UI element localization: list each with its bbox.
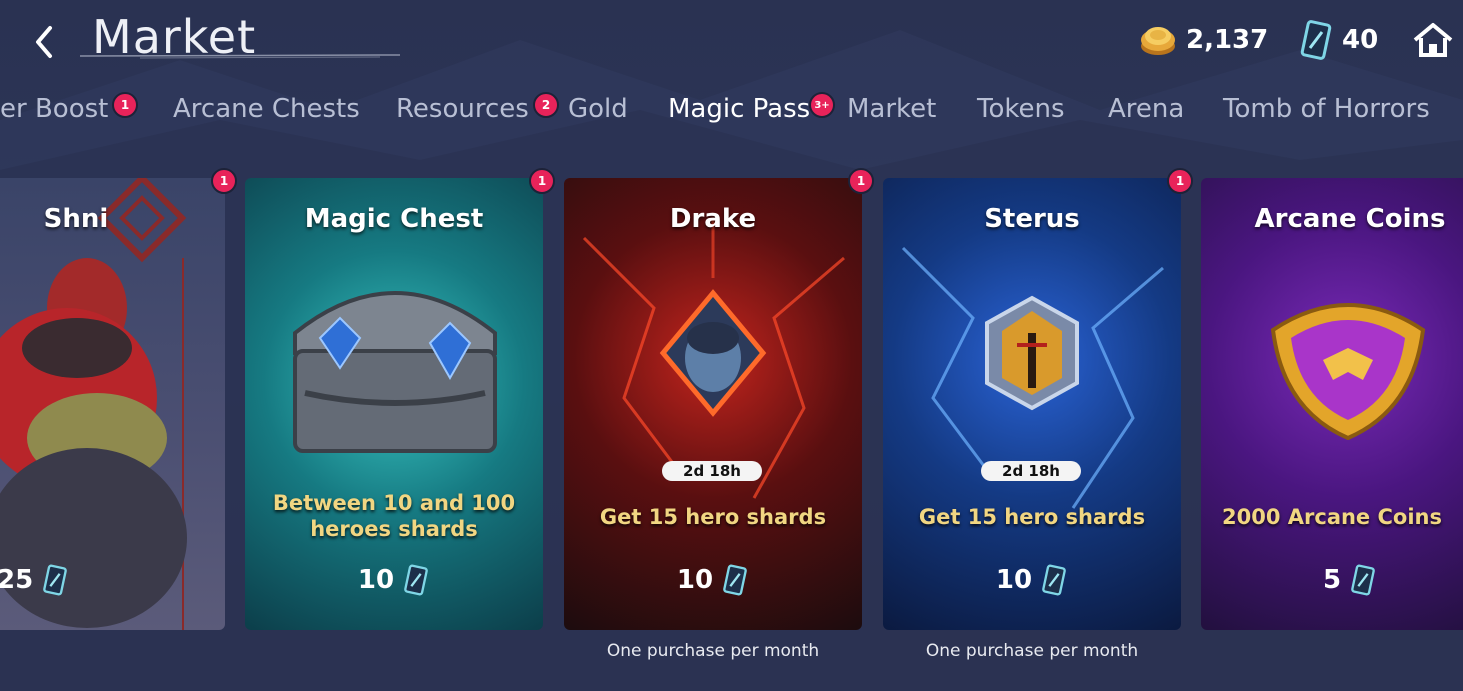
tab-badge: 3+ — [809, 92, 835, 118]
gem-card-icon — [1351, 564, 1375, 596]
hero-sterus-portrait — [985, 295, 1079, 411]
gem-card-icon — [404, 564, 428, 596]
card-price: 10 — [564, 562, 862, 598]
purchase-limit-note: One purchase per month — [606, 641, 820, 661]
card-badge: 1 — [848, 168, 874, 194]
gold-amount: 2,137 — [1186, 25, 1269, 55]
hero-drake-portrait — [659, 289, 767, 417]
tab-tomb-of-horrors[interactable]: Tomb of Horrors — [1223, 94, 1430, 124]
price-amount: 5 — [1322, 565, 1342, 595]
tab-gold[interactable]: Gold — [568, 94, 628, 124]
offer-card-magic-chest[interactable]: Between 10 and 100 heroes shards Magic C… — [245, 178, 543, 630]
tab-tokens[interactable]: Tokens — [977, 94, 1065, 124]
tab-magic-pass[interactable]: Magic Pass — [668, 94, 810, 124]
card-title: Shni — [43, 204, 109, 234]
timer-badge: 2d 18h — [662, 461, 762, 481]
card-description: 2000 Arcane Coins — [1222, 505, 1442, 529]
gem-card-icon — [43, 564, 68, 596]
card-description: Between 10 and 100 heroes shards — [272, 491, 516, 541]
offer-card-arcane-coins[interactable]: 2000 Arcane Coins Arcane Coins 5 — [1201, 178, 1463, 630]
gem-counter: 40 — [1298, 20, 1378, 60]
chest-icon — [293, 291, 497, 453]
offer-card-sterus[interactable]: 2d 18h Get 15 hero shards Sterus 10 — [883, 178, 1181, 630]
gold-coin-icon — [1141, 27, 1175, 55]
card-description: Get 15 hero shards — [918, 505, 1146, 529]
price-amount: 10 — [357, 565, 395, 595]
gem-card-icon — [1300, 20, 1332, 60]
offer-card-shni[interactable]: Shni 25 — [0, 178, 225, 630]
card-price: 25 — [0, 562, 69, 598]
price-amount: 10 — [676, 565, 714, 595]
card-badge: 1 — [529, 168, 555, 194]
card-price: 10 — [883, 562, 1181, 598]
tab-badge: 1 — [112, 92, 138, 118]
card-title: Drake — [669, 204, 757, 234]
gem-card-icon — [723, 564, 747, 596]
card-price: 5 — [1201, 562, 1463, 598]
card-title: Arcane Coins — [1254, 204, 1446, 234]
tab-power-boost[interactable]: er Boost — [0, 94, 108, 124]
tab-resources[interactable]: Resources — [396, 94, 529, 124]
price-amount: 25 — [0, 565, 34, 595]
price-amount: 10 — [995, 565, 1033, 595]
card-price: 10 — [245, 562, 543, 598]
tab-bar: er Boost 1 Arcane Chests Resources 2 Gol… — [0, 92, 1463, 138]
card-title: Sterus — [984, 204, 1080, 234]
gold-counter: 2,137 — [1138, 20, 1268, 60]
tab-arena[interactable]: Arena — [1108, 94, 1184, 124]
card-badge: 1 — [211, 168, 237, 194]
card-badge: 1 — [1167, 168, 1193, 194]
card-title: Magic Chest — [304, 204, 484, 234]
home-button[interactable] — [1412, 22, 1454, 58]
tab-market[interactable]: Market — [847, 94, 936, 124]
title-underline — [80, 54, 400, 59]
card-description: Get 15 hero shards — [599, 505, 827, 529]
timer-badge: 2d 18h — [981, 461, 1081, 481]
gem-amount: 40 — [1342, 25, 1379, 55]
home-icon — [1413, 23, 1453, 57]
offer-card-drake[interactable]: 2d 18h Get 15 hero shards Drake 10 — [564, 178, 862, 630]
arcane-coin-icon — [1270, 303, 1426, 440]
tab-badge: 2 — [533, 92, 559, 118]
tab-arcane-chests[interactable]: Arcane Chests — [173, 94, 360, 124]
purchase-limit-note: One purchase per month — [925, 641, 1139, 661]
back-button[interactable] — [30, 22, 60, 62]
chevron-left-icon — [36, 26, 52, 58]
gem-card-icon — [1042, 564, 1066, 596]
